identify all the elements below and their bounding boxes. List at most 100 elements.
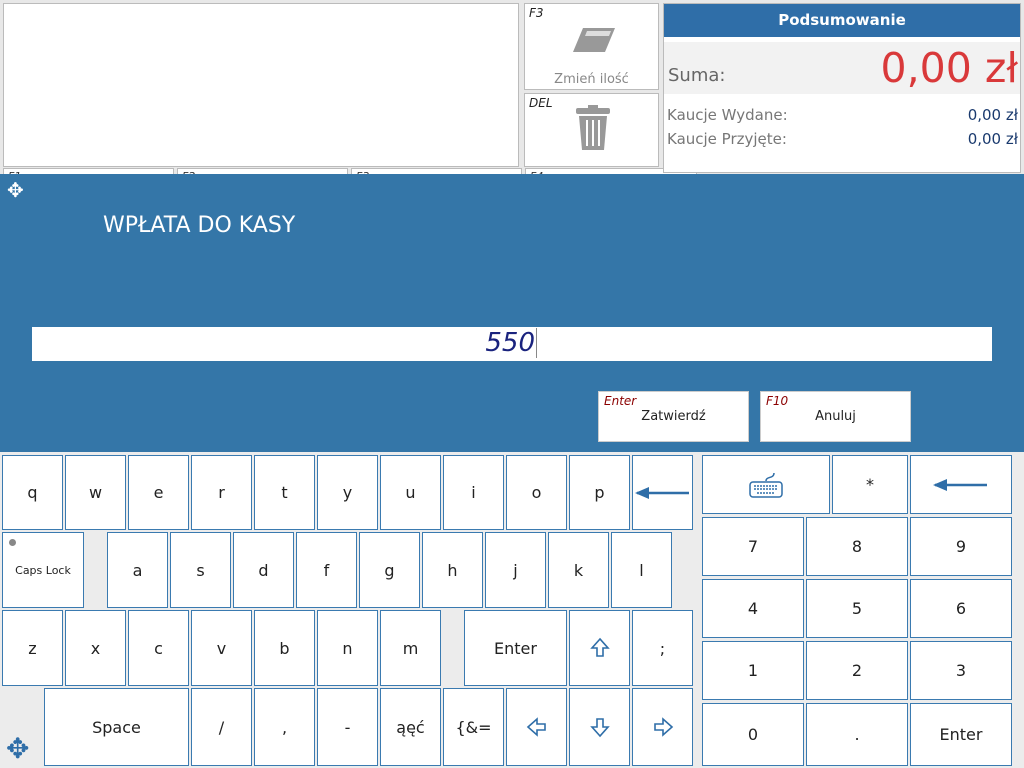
key-r[interactable]: r bbox=[191, 455, 252, 530]
arrow-right-key[interactable] bbox=[632, 688, 693, 766]
key-label: f bbox=[323, 560, 330, 580]
key-label: o bbox=[531, 483, 542, 502]
polish-chars-key[interactable]: ąęć bbox=[380, 688, 441, 766]
numpad-key-1[interactable]: 1 bbox=[702, 641, 804, 700]
key-label: u bbox=[405, 483, 416, 502]
numpad-backspace-key[interactable] bbox=[910, 455, 1012, 514]
keyboard-move-icon[interactable]: ✥ bbox=[6, 732, 29, 765]
key-label: c bbox=[154, 638, 163, 658]
amount-input[interactable]: 550 bbox=[32, 327, 992, 361]
arrow-down-key[interactable] bbox=[569, 688, 630, 766]
key-label: s bbox=[196, 560, 205, 580]
calculator-icon bbox=[573, 28, 615, 52]
arrow-down-icon bbox=[589, 718, 610, 738]
key-label: 7 bbox=[747, 537, 759, 556]
key-q[interactable]: q bbox=[2, 455, 63, 530]
key-label: h bbox=[447, 560, 458, 580]
key-l[interactable]: l bbox=[611, 532, 672, 608]
button-label: Anuluj bbox=[815, 409, 856, 424]
deposits-issued-label: Kaucje Wydane: bbox=[667, 106, 788, 124]
key-g[interactable]: g bbox=[359, 532, 420, 608]
shortcut-label: F3 bbox=[529, 6, 544, 20]
change-quantity-button[interactable]: F3 Zmień ilość bbox=[524, 3, 659, 90]
enter-key[interactable]: Enter bbox=[464, 610, 567, 686]
key-label: x bbox=[90, 638, 101, 658]
key-f[interactable]: f bbox=[296, 532, 357, 608]
arrow-left-key[interactable] bbox=[506, 688, 567, 766]
key-x[interactable]: x bbox=[65, 610, 126, 686]
key-label: k bbox=[573, 560, 584, 580]
key-e[interactable]: e bbox=[128, 455, 189, 530]
numpad-key-7[interactable]: 7 bbox=[702, 517, 804, 576]
confirm-button[interactable]: Enter Zatwierdź bbox=[598, 391, 749, 442]
caps-indicator bbox=[9, 539, 16, 546]
key-label: 1 bbox=[747, 661, 759, 680]
cancel-button[interactable]: F10 Anuluj bbox=[760, 391, 911, 442]
backspace-key[interactable] bbox=[632, 455, 693, 530]
key-label: a bbox=[132, 560, 143, 580]
key-label: ; bbox=[659, 638, 666, 658]
numpad-key-5[interactable]: 5 bbox=[806, 579, 908, 638]
key-u[interactable]: u bbox=[380, 455, 441, 530]
key-b[interactable]: b bbox=[254, 610, 315, 686]
key-label: Caps Lock bbox=[15, 563, 71, 577]
key-m[interactable]: m bbox=[380, 610, 441, 686]
button-label: Zmień ilość bbox=[554, 72, 629, 87]
key-h[interactable]: h bbox=[422, 532, 483, 608]
key-o[interactable]: o bbox=[506, 455, 567, 530]
key-a[interactable]: a bbox=[107, 532, 168, 608]
arrow-left-icon bbox=[526, 717, 546, 737]
key-label: 9 bbox=[955, 537, 967, 556]
summary-panel: Podsumowanie Suma: 0,00 zł Kaucje Wydane… bbox=[663, 3, 1021, 173]
key-i[interactable]: i bbox=[443, 455, 504, 530]
key-c[interactable]: c bbox=[128, 610, 189, 686]
key-k[interactable]: k bbox=[548, 532, 609, 608]
numpad-enter-key[interactable]: Enter bbox=[910, 703, 1012, 766]
numpad-key-9[interactable]: 9 bbox=[910, 517, 1012, 576]
trash-icon bbox=[576, 105, 610, 150]
key-label: j bbox=[513, 560, 518, 580]
key-s[interactable]: s bbox=[170, 532, 231, 608]
numpad-key-3[interactable]: 3 bbox=[910, 641, 1012, 700]
key-label: r bbox=[218, 483, 225, 502]
key-label: 6 bbox=[955, 599, 967, 618]
cash-deposit-dialog: ✥ WPŁATA DO KASY 550 Enter Zatwierdź F10… bbox=[0, 174, 1024, 452]
arrow-up-key[interactable] bbox=[569, 610, 630, 686]
deposits-received-label: Kaucje Przyjęte: bbox=[667, 130, 787, 148]
dialog-title: WPŁATA DO KASY bbox=[103, 213, 296, 238]
key-y[interactable]: y bbox=[317, 455, 378, 530]
key-w[interactable]: w bbox=[65, 455, 126, 530]
key-z[interactable]: z bbox=[2, 610, 63, 686]
numpad-key-2[interactable]: 2 bbox=[806, 641, 908, 700]
key-label: p bbox=[594, 483, 605, 502]
slash-key[interactable]: / bbox=[191, 688, 252, 766]
semicolon-key[interactable]: ; bbox=[632, 610, 693, 686]
symbols-key[interactable]: {&= bbox=[443, 688, 504, 766]
move-handle-icon[interactable]: ✥ bbox=[7, 178, 24, 202]
key-p[interactable]: p bbox=[569, 455, 630, 530]
numpad-key-8[interactable]: 8 bbox=[806, 517, 908, 576]
key-n[interactable]: n bbox=[317, 610, 378, 686]
delete-button[interactable]: DEL bbox=[524, 93, 659, 167]
key-label: d bbox=[258, 560, 269, 580]
key-label: t bbox=[281, 483, 288, 502]
numpad-key-0[interactable]: 0 bbox=[702, 703, 804, 766]
toggle-keyboard-key[interactable] bbox=[702, 455, 830, 514]
key-d[interactable]: d bbox=[233, 532, 294, 608]
key-j[interactable]: j bbox=[485, 532, 546, 608]
key-label: b bbox=[279, 638, 290, 658]
dash-key[interactable]: - bbox=[317, 688, 378, 766]
arrow-right-icon bbox=[653, 717, 673, 737]
asterisk-key[interactable]: * bbox=[832, 455, 908, 514]
numpad-key-6[interactable]: 6 bbox=[910, 579, 1012, 638]
caps-lock-key[interactable]: Caps Lock bbox=[2, 532, 84, 608]
key-label: y bbox=[342, 483, 353, 502]
space-key[interactable]: Space bbox=[44, 688, 189, 766]
key-label: 8 bbox=[851, 537, 863, 556]
numpad-key-4[interactable]: 4 bbox=[702, 579, 804, 638]
numpad-dot-key[interactable]: . bbox=[806, 703, 908, 766]
key-v[interactable]: v bbox=[191, 610, 252, 686]
comma-key[interactable]: , bbox=[254, 688, 315, 766]
key-t[interactable]: t bbox=[254, 455, 315, 530]
key-label: n bbox=[342, 638, 353, 658]
